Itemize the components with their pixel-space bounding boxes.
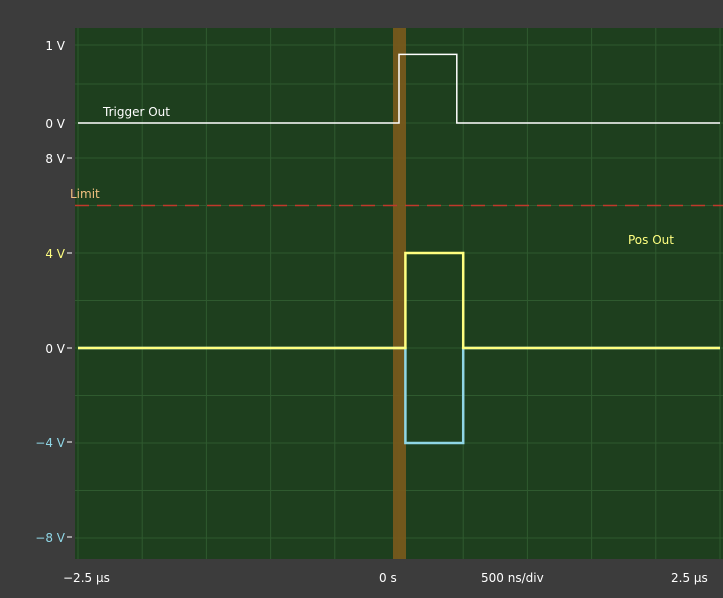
- y-label-8v: 8 V: [45, 152, 65, 166]
- y-label-1v: 1 V: [45, 39, 65, 53]
- y-label-trigger-0v: 0 V: [45, 117, 65, 131]
- oscilloscope-display: 1 V 0 V 8 V 4 V 0 V −4 V −8 V Trigger Ou…: [0, 0, 723, 598]
- x-label-timebase: 500 ns/div: [481, 571, 544, 585]
- x-label-end: 2.5 µs: [671, 571, 708, 585]
- limit-label: Limit: [70, 187, 100, 201]
- y-label-4v: 4 V: [45, 247, 65, 261]
- y-label-neg4v: −4 V: [35, 436, 66, 450]
- trigger-out-label: Trigger Out: [102, 105, 170, 119]
- y-label-neg8v: −8 V: [35, 531, 66, 545]
- pos-out-label: Pos Out: [628, 233, 674, 247]
- y-label-main-0v: 0 V: [45, 342, 65, 356]
- x-label-start: −2.5 µs: [63, 571, 110, 585]
- x-label-zero: 0 s: [379, 571, 397, 585]
